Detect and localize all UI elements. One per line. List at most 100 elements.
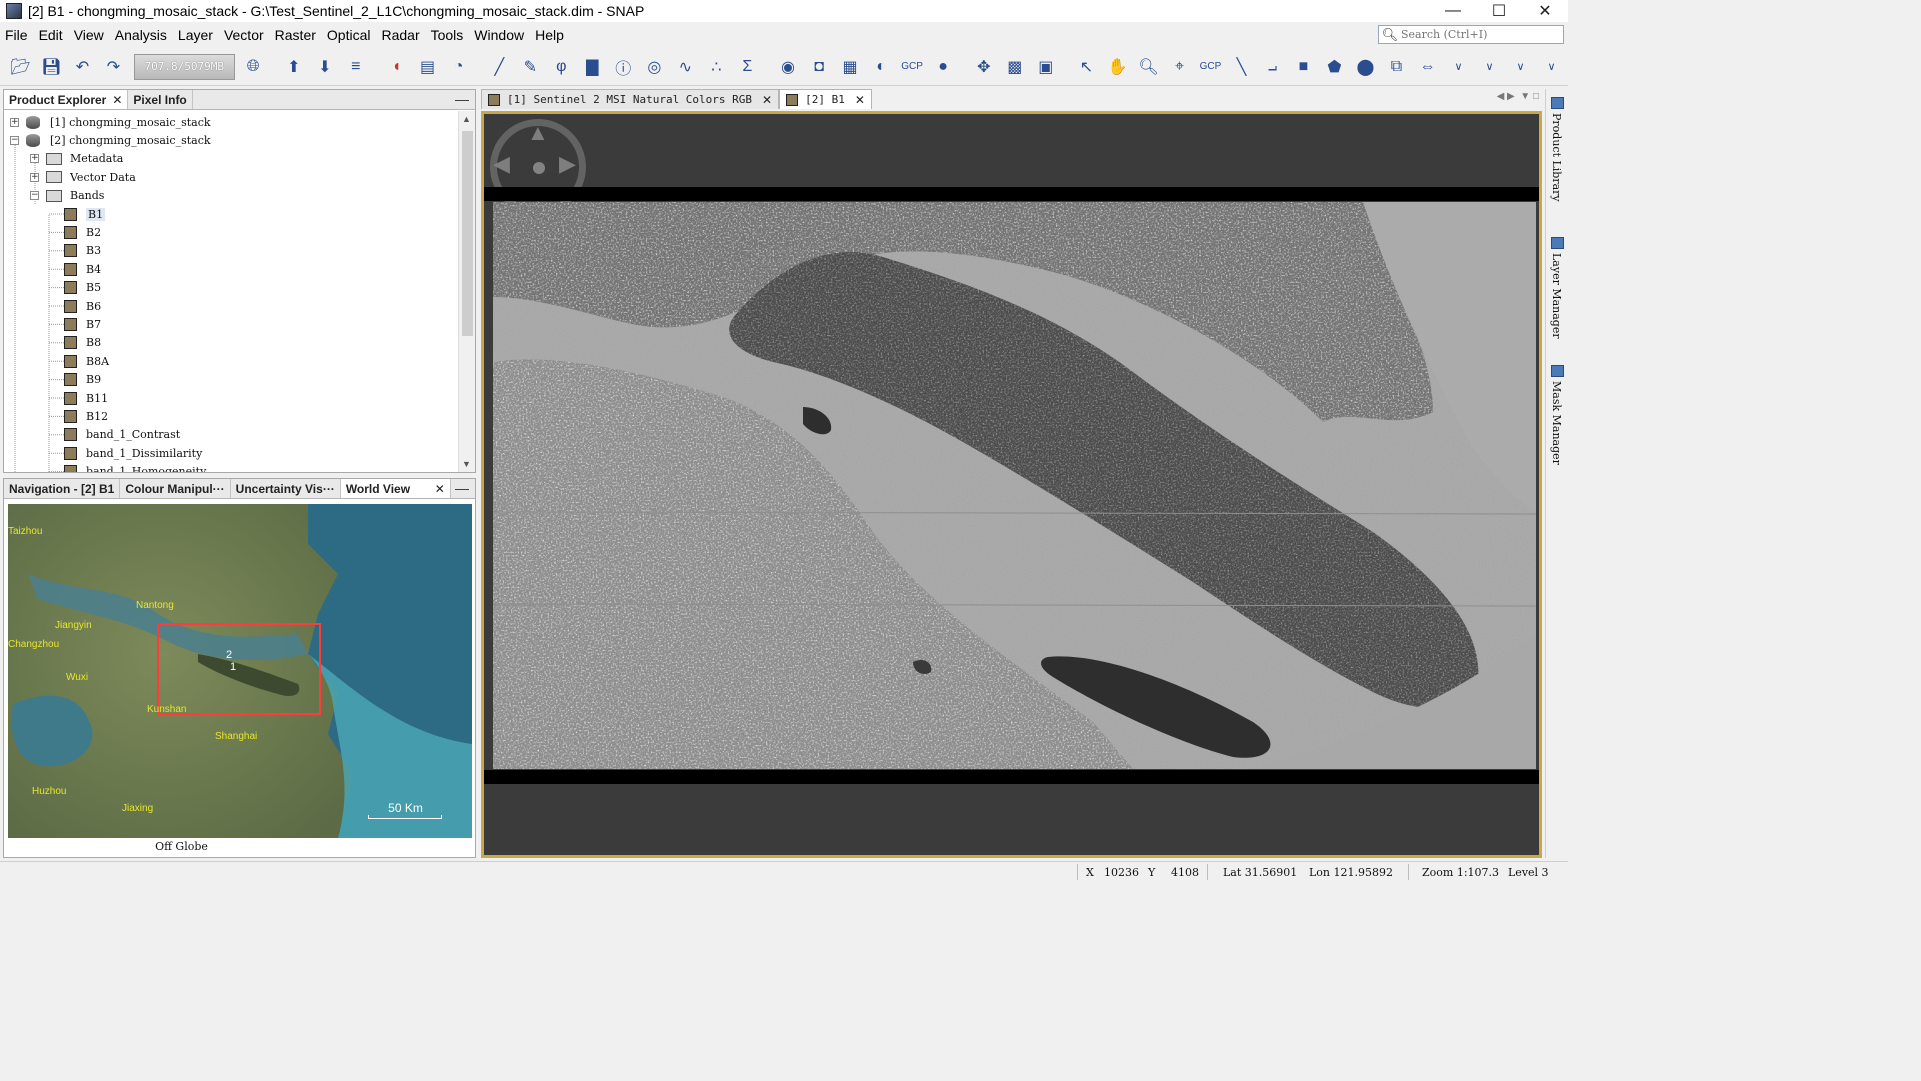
scatter-plot-icon[interactable]: ∴ <box>702 52 731 82</box>
memory-indicator[interactable]: 707.8/5079MB <box>134 53 235 80</box>
mask-manager-icon[interactable] <box>1551 365 1564 377</box>
layer-stack-icon[interactable]: ▤ <box>413 52 442 82</box>
sidebar-mask-manager[interactable]: Mask Manager <box>1550 381 1563 465</box>
rgb-image-icon[interactable]: ◖ <box>382 52 411 82</box>
collapse-icon[interactable]: − <box>10 135 19 145</box>
statistics-icon[interactable]: Σ <box>733 52 762 82</box>
minimize-button[interactable]: — <box>1430 0 1476 22</box>
edit-icon[interactable]: ✎ <box>516 52 545 82</box>
tree-node-band[interactable]: band_1_Dissimilarity <box>64 444 202 462</box>
menu-window[interactable]: Window <box>469 27 530 43</box>
geocoding-icon[interactable]: ◎ <box>640 52 669 82</box>
line-drawing-icon[interactable]: ╲ <box>1227 52 1256 82</box>
sidebar-product-library[interactable]: Product Library <box>1550 113 1563 202</box>
pan-left-icon[interactable]: ◀ <box>493 151 510 177</box>
close-window-button[interactable]: ✕ <box>1522 0 1568 22</box>
tree-node-band[interactable]: B11 <box>64 389 108 407</box>
tab-colour-manipulation[interactable]: Colour Manipul··· <box>120 479 231 498</box>
pan-center-icon[interactable] <box>533 162 545 174</box>
menu-view[interactable]: View <box>69 27 110 43</box>
tree-node-band[interactable]: B12 <box>64 407 108 425</box>
ellipse-drawing-icon[interactable]: ⬤ <box>1351 52 1380 82</box>
band-maths-icon[interactable]: ≡ <box>341 52 370 82</box>
tab-world-view[interactable]: World View ✕ <box>340 479 451 498</box>
graticule-icon[interactable]: ▦ <box>836 52 865 82</box>
close-icon[interactable]: ✕ <box>435 482 445 496</box>
pan-up-icon[interactable]: ▲ <box>527 120 549 146</box>
tree-node-band[interactable]: B2 <box>64 223 101 241</box>
world-map[interactable]: Taizhou Nantong Jiangyin Changzhou Wuxi … <box>8 504 472 838</box>
expand-icon[interactable]: + <box>30 172 39 182</box>
expand-icon[interactable]: + <box>30 154 39 164</box>
tab-pixel-info[interactable]: Pixel Info <box>128 90 193 109</box>
histogram-icon[interactable]: ▇ <box>578 52 607 82</box>
rectangle-drawing-icon[interactable]: ■ <box>1289 52 1318 82</box>
tab-uncertainty-visualisation[interactable]: Uncertainty Vis··· <box>231 479 341 498</box>
search-box[interactable]: 🔍︎ <box>1378 25 1564 44</box>
close-icon[interactable]: ✕ <box>112 93 122 107</box>
menu-raster[interactable]: Raster <box>270 27 322 43</box>
tree-node-band[interactable]: B8 <box>64 334 101 352</box>
menu-tools[interactable]: Tools <box>426 27 470 43</box>
toolbar-overflow-icon[interactable]: ∨ <box>1444 52 1473 82</box>
sync-views-icon[interactable]: ▩ <box>1000 52 1029 82</box>
tile-windows-icon[interactable]: ▣ <box>1031 52 1060 82</box>
tab-navigation[interactable]: Navigation - [2] B1 <box>4 479 121 498</box>
menu-vector[interactable]: Vector <box>219 27 270 43</box>
shape-icon[interactable]: ● <box>929 52 958 82</box>
tree-node-metadata[interactable]: + Metadata <box>30 150 123 168</box>
tree-node-band[interactable]: B6 <box>64 297 101 315</box>
insert-figure-icon[interactable]: ⧉ <box>1382 52 1411 82</box>
scrollbar-thumb[interactable] <box>462 131 473 336</box>
gcp-placing-icon[interactable]: GCP <box>1196 52 1225 82</box>
profile-plot-icon[interactable]: ∿ <box>671 52 700 82</box>
tree-node-band[interactable]: B8A <box>64 352 109 370</box>
expand-icon[interactable]: + <box>10 117 19 127</box>
mask-icon[interactable]: ◘ <box>805 52 834 82</box>
redo-icon[interactable]: ↷ <box>99 52 128 82</box>
select-tool-icon[interactable]: ↖ <box>1072 52 1101 82</box>
tab-natural-colors-rgb[interactable]: [1] Sentinel 2 MSI Natural Colors RGB ✕ <box>481 89 780 109</box>
gcp-manager-icon[interactable]: GCP <box>898 52 927 82</box>
menu-analysis[interactable]: Analysis <box>110 27 173 43</box>
phi-lambda-icon[interactable]: φ <box>547 52 576 82</box>
tree-node-product-2[interactable]: − [2] chongming_mosaic_stack <box>10 131 211 149</box>
export-icon[interactable]: ⬇ <box>310 52 339 82</box>
pin-manager-icon[interactable]: ◉ <box>774 52 803 82</box>
tree-node-band[interactable]: band_1_Homogeneity <box>64 463 206 472</box>
product-library-icon[interactable] <box>1551 97 1564 109</box>
tree-node-band[interactable]: band_1_Contrast <box>64 426 180 444</box>
menu-help[interactable]: Help <box>530 27 570 43</box>
sidebar-layer-manager[interactable]: Layer Manager <box>1550 253 1563 339</box>
maximize-button[interactable]: ☐ <box>1476 0 1522 22</box>
zoom-tool-icon[interactable]: 🔍︎ <box>1134 52 1163 82</box>
tab-b1-view[interactable]: [2] B1 ✕ <box>779 89 872 109</box>
scroll-down-icon[interactable]: ▼ <box>462 459 471 469</box>
search-input[interactable] <box>1401 28 1551 41</box>
pin-placing-icon[interactable]: ⌖ <box>1165 52 1194 82</box>
minimize-panel-icon[interactable]: — <box>455 480 469 496</box>
save-product-icon[interactable]: 💾︎ <box>37 52 66 82</box>
open-product-icon[interactable]: 📂︎ <box>6 52 35 82</box>
close-icon[interactable]: ✕ <box>855 93 865 107</box>
tree-node-band[interactable]: B9 <box>64 371 101 389</box>
image-view[interactable]: ▲ ▼ ◀ ▶ <box>481 111 1542 858</box>
information-icon[interactable]: ⓘ <box>609 52 638 82</box>
tree-node-band[interactable]: B3 <box>64 242 101 260</box>
minimize-panel-icon[interactable]: — <box>455 91 469 107</box>
polygon-drawing-icon[interactable]: ⬟ <box>1320 52 1349 82</box>
tree-scrollbar[interactable]: ▲ ▼ <box>458 111 475 472</box>
tree-node-bands[interactable]: − Bands <box>30 187 104 205</box>
menu-radar[interactable]: Radar <box>376 27 425 43</box>
import-vector-icon[interactable]: ⬆ <box>279 52 308 82</box>
tree-node-product-1[interactable]: + [1] chongming_mosaic_stack <box>10 113 211 131</box>
collapse-icon[interactable]: − <box>30 191 39 201</box>
overlay-icon[interactable]: ◐ <box>867 52 896 82</box>
tree-node-band[interactable]: B7 <box>64 315 101 333</box>
layer-manager-icon[interactable] <box>1551 237 1564 249</box>
document-navigation-icons[interactable]: ◀ ▶ ▼ □ <box>1497 91 1539 102</box>
toolbar-overflow-icon[interactable]: ∨ <box>1475 52 1504 82</box>
scroll-up-icon[interactable]: ▲ <box>462 114 471 124</box>
tree-node-band[interactable]: B4 <box>64 260 101 278</box>
polyline-drawing-icon[interactable]: ⨼ <box>1258 52 1287 82</box>
